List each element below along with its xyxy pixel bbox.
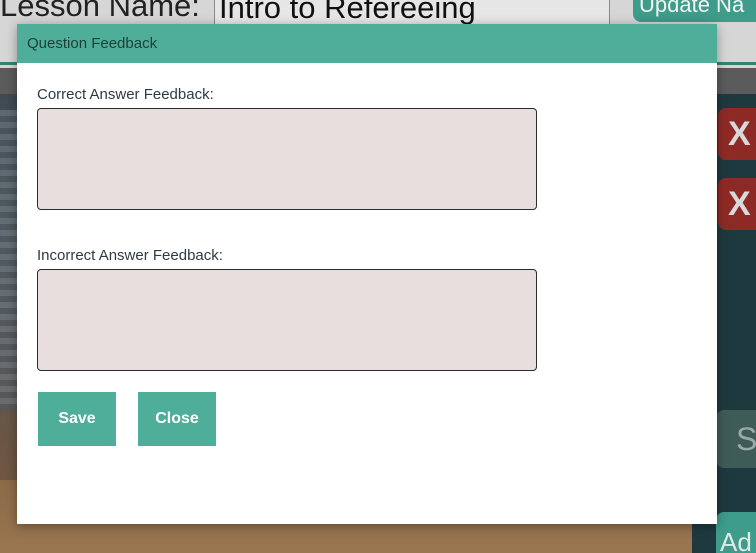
correct-feedback-label: Correct Answer Feedback: (37, 86, 214, 103)
incorrect-feedback-label: Incorrect Answer Feedback: (37, 247, 223, 264)
incorrect-feedback-textarea[interactable] (37, 269, 537, 371)
add-button[interactable]: Ad (716, 512, 756, 553)
modal-title: Question Feedback (17, 24, 717, 63)
correct-feedback-textarea[interactable] (37, 108, 537, 210)
save-button[interactable]: Save (38, 392, 116, 446)
delete-question-button[interactable]: X (718, 108, 756, 160)
update-name-button[interactable]: Update Na (633, 0, 756, 22)
delete-question-button[interactable]: X (718, 178, 756, 230)
side-action-button[interactable]: S (716, 410, 756, 468)
question-feedback-modal: Question Feedback Correct Answer Feedbac… (17, 24, 717, 524)
close-button[interactable]: Close (138, 392, 216, 446)
lesson-name-label: Lesson Name: (0, 0, 200, 23)
